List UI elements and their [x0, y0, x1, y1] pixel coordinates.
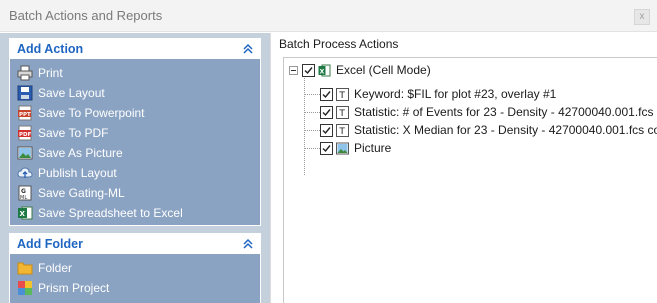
- action-label: Save Gating-ML: [38, 186, 125, 200]
- child-checkbox[interactable]: [320, 123, 333, 137]
- folder-label: Folder: [38, 261, 73, 275]
- text-icon: T: [336, 123, 349, 137]
- folder-item[interactable]: Folder: [10, 258, 260, 278]
- pdf-icon: PDF: [18, 125, 32, 141]
- prism-project-label: Prism Project: [38, 281, 110, 295]
- tree-connector: [304, 75, 305, 175]
- tree-child-statistic-median[interactable]: T Statistic: X Median for 23 - Density -…: [320, 121, 657, 139]
- checkmark-icon: [322, 108, 331, 116]
- add-folder-group: Add Folder Folder Prism Project: [9, 233, 261, 303]
- gating-ml-icon: G ML: [18, 185, 32, 201]
- action-save-pdf[interactable]: PDF Save To PDF: [10, 123, 260, 143]
- add-action-group: Add Action Print Save Layout PPT Save To…: [9, 38, 261, 226]
- checkmark-icon: [322, 126, 331, 134]
- close-button[interactable]: x: [634, 9, 650, 25]
- action-label: Save Spreadsheet to Excel: [38, 206, 183, 220]
- save-layout-icon: [17, 85, 33, 101]
- picture-icon: [17, 146, 33, 160]
- action-save-picture[interactable]: Save As Picture: [10, 143, 260, 163]
- svg-text:PDF: PDF: [19, 132, 32, 138]
- add-action-header[interactable]: Add Action: [10, 39, 260, 59]
- collapse-toggle[interactable]: [289, 65, 298, 75]
- tree-connector: [304, 130, 320, 131]
- picture-icon: [336, 142, 349, 154]
- root-checkbox[interactable]: [302, 63, 315, 77]
- excel-icon: X: [318, 64, 331, 76]
- action-save-excel[interactable]: X Save Spreadsheet to Excel: [10, 203, 260, 223]
- tree-child-statistic-events[interactable]: T Statistic: # of Events for 23 - Densit…: [320, 103, 657, 121]
- child-checkbox[interactable]: [320, 105, 333, 119]
- text-icon: T: [336, 87, 349, 101]
- tree-connector: [304, 112, 320, 113]
- tree-connector: [304, 148, 320, 149]
- action-label: Save To Powerpoint: [38, 106, 145, 120]
- text-icon: T: [336, 105, 349, 119]
- checkmark-icon: [304, 66, 313, 74]
- svg-text:PPT: PPT: [19, 112, 31, 118]
- tree-child-picture[interactable]: Picture: [320, 139, 391, 157]
- child-label: Statistic: # of Events for 23 - Density …: [354, 105, 657, 119]
- powerpoint-icon: PPT: [18, 105, 32, 121]
- root-label: Excel (Cell Mode): [336, 63, 431, 77]
- batch-process-panel: Batch Process Actions X Excel (Cell Mode…: [271, 33, 657, 303]
- action-label: Save Layout: [38, 86, 105, 100]
- checkmark-icon: [322, 144, 331, 152]
- printer-icon: [17, 65, 33, 81]
- checkmark-icon: [322, 90, 331, 98]
- svg-text:X: X: [320, 68, 325, 75]
- batch-actions-tree[interactable]: X Excel (Cell Mode) T Keyword: $FIL for …: [283, 57, 657, 303]
- svg-text:T: T: [338, 91, 345, 101]
- prism-project-item[interactable]: Prism Project: [10, 278, 260, 298]
- add-action-title: Add Action: [17, 42, 84, 56]
- window-title: Batch Actions and Reports: [9, 8, 163, 23]
- action-label: Save As Picture: [38, 146, 123, 160]
- batch-process-title: Batch Process Actions: [279, 37, 399, 51]
- collapse-chevron-icon[interactable]: [241, 237, 255, 251]
- action-save-layout[interactable]: Save Layout: [10, 83, 260, 103]
- add-folder-header[interactable]: Add Folder: [10, 234, 260, 254]
- child-checkbox[interactable]: [320, 87, 333, 101]
- child-label: Statistic: X Median for 23 - Density - 4…: [354, 123, 657, 137]
- action-print[interactable]: Print: [10, 63, 260, 83]
- cloud-upload-icon: [17, 167, 33, 178]
- svg-text:ML: ML: [20, 195, 27, 201]
- title-bar: Batch Actions and Reports x: [0, 0, 657, 32]
- svg-text:T: T: [338, 127, 345, 137]
- action-label: Publish Layout: [38, 166, 117, 180]
- svg-text:X: X: [20, 210, 26, 218]
- child-label: Keyword: $FIL for plot #23, overlay #1: [354, 87, 557, 101]
- action-label: Save To PDF: [38, 126, 109, 140]
- svg-text:G: G: [21, 188, 26, 195]
- prism-icon: [18, 281, 32, 295]
- svg-text:T: T: [338, 109, 345, 119]
- action-save-gating-ml[interactable]: G ML Save Gating-ML: [10, 183, 260, 203]
- collapse-chevron-icon[interactable]: [241, 42, 255, 56]
- tree-connector: [304, 94, 320, 95]
- child-label: Picture: [354, 141, 392, 155]
- excel-icon: X: [18, 206, 33, 220]
- action-label: Print: [38, 66, 63, 80]
- child-checkbox[interactable]: [320, 141, 333, 155]
- action-publish-layout[interactable]: Publish Layout: [10, 163, 260, 183]
- add-folder-title: Add Folder: [17, 237, 83, 251]
- tree-root-excel[interactable]: X Excel (Cell Mode): [289, 61, 431, 79]
- folder-icon: [17, 262, 33, 275]
- tree-child-keyword[interactable]: T Keyword: $FIL for plot #23, overlay #1: [320, 85, 556, 103]
- action-save-powerpoint[interactable]: PPT Save To Powerpoint: [10, 103, 260, 123]
- left-panel: Add Action Print Save Layout PPT Save To…: [0, 33, 270, 303]
